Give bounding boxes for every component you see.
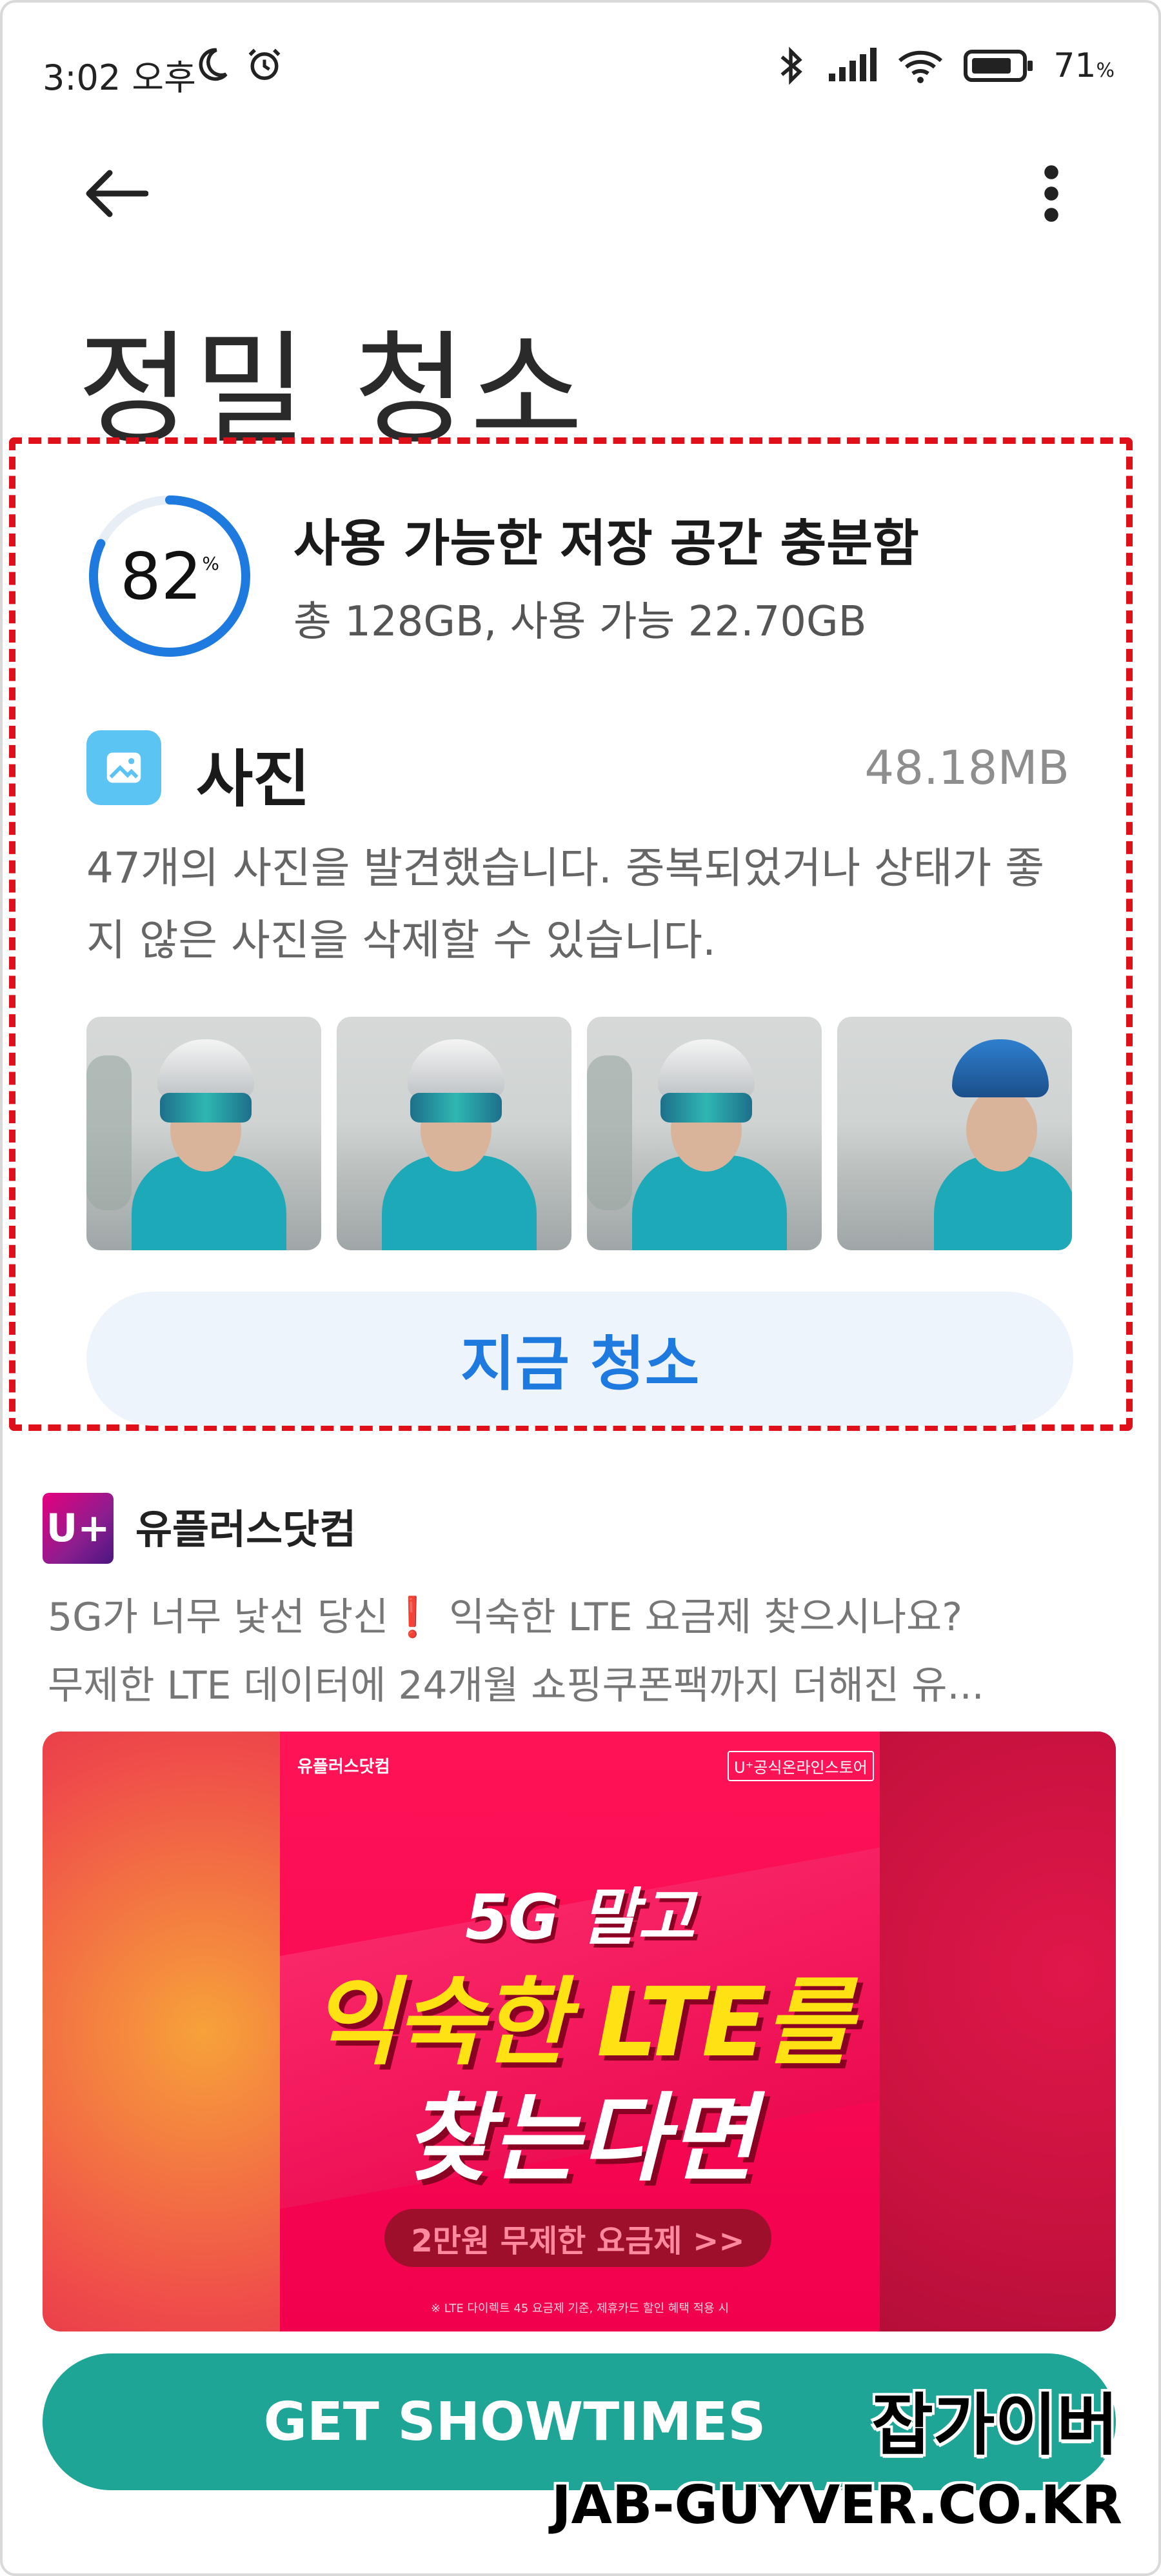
photo-thumbnails (86, 1017, 1073, 1250)
photos-description: 47개의 사진을 발견했습니다. 중복되었거나 상태가 좋지 않은 사진을 삭제… (86, 843, 1044, 965)
photos-heading: 사진 (196, 743, 310, 815)
status-right-icons: 71% (775, 45, 1115, 86)
banner-headline-3: 찾는다면 (404, 2083, 756, 2194)
photo-category-icon (86, 730, 161, 805)
signal-icon (829, 48, 877, 81)
storage-subtitle: 총 128GB, 사용 가능 22.70GB (293, 598, 867, 646)
alarm-icon (248, 48, 281, 80)
ad-line-2: 무제한 LTE 데이터에 24개월 쇼핑쿠폰팩까지 더해진 유... (48, 1663, 984, 1708)
ad-brand-name[interactable]: 유플러스닷컴 (135, 1497, 356, 1555)
photo-thumbnail[interactable] (837, 1017, 1072, 1250)
battery-text: 71% (1053, 46, 1115, 85)
banner-store-label: U⁺공식온라인스토어 (728, 1751, 874, 1781)
photo-thumbnail[interactable] (337, 1017, 571, 1250)
photo-thumbnail[interactable] (587, 1017, 822, 1250)
more-options-button[interactable] (1019, 155, 1084, 232)
banner-headline-1: 5G 말고 (465, 1881, 695, 1953)
moon-icon (199, 48, 228, 81)
status-time: 3:02 오후 (43, 57, 196, 98)
banner-brand: 유플러스닷컴 (297, 1757, 390, 1777)
wifi-icon (898, 50, 943, 83)
image-icon (106, 752, 141, 783)
ad-brand-logo[interactable]: U+ (43, 1493, 114, 1564)
status-bar: 3:02 오후 71% (0, 0, 1161, 139)
photo-thumbnail[interactable] (86, 1017, 321, 1250)
ad-line-1: 5G가 너무 낯선 당신❗ 익숙한 LTE 요금제 찾으시나요? (48, 1595, 963, 1640)
battery-icon (964, 50, 1033, 82)
ad-banner[interactable]: 유플러스닷컴 U⁺공식온라인스토어 5G 말고 익숙한 LTE를 찾는다면 2만… (43, 1732, 1116, 2331)
storage-percent: 82% (120, 538, 219, 614)
more-vertical-icon (1044, 165, 1058, 222)
back-button[interactable] (77, 155, 155, 232)
banner-plan-pill: 2만원 무제한 요금제 >> (384, 2209, 771, 2267)
banner-fine-print: ※ LTE 다이렉트 45 요금제 기준, 제휴카드 할인 혜택 적용 시 (430, 2302, 729, 2315)
status-left-icons (192, 45, 284, 84)
bluetooth-icon (780, 46, 803, 85)
ad-description[interactable]: 5G가 너무 낯선 당신❗ 익숙한 LTE 요금제 찾으시나요? 무제한 LTE… (48, 1583, 1106, 1720)
storage-title: 사용 가능한 저장 공간 충분함 (293, 515, 919, 573)
back-arrow-icon (86, 170, 148, 217)
exclamation-icon: ❗ (388, 1595, 437, 1640)
photos-size: 48.18MB (864, 741, 1069, 795)
watermark-english: JAB-GUYVER.CO.KR (551, 2475, 1122, 2536)
clean-now-button[interactable]: 지금 청소 (86, 1292, 1073, 1426)
watermark-korean: 잡가이버 (871, 2386, 1118, 2464)
